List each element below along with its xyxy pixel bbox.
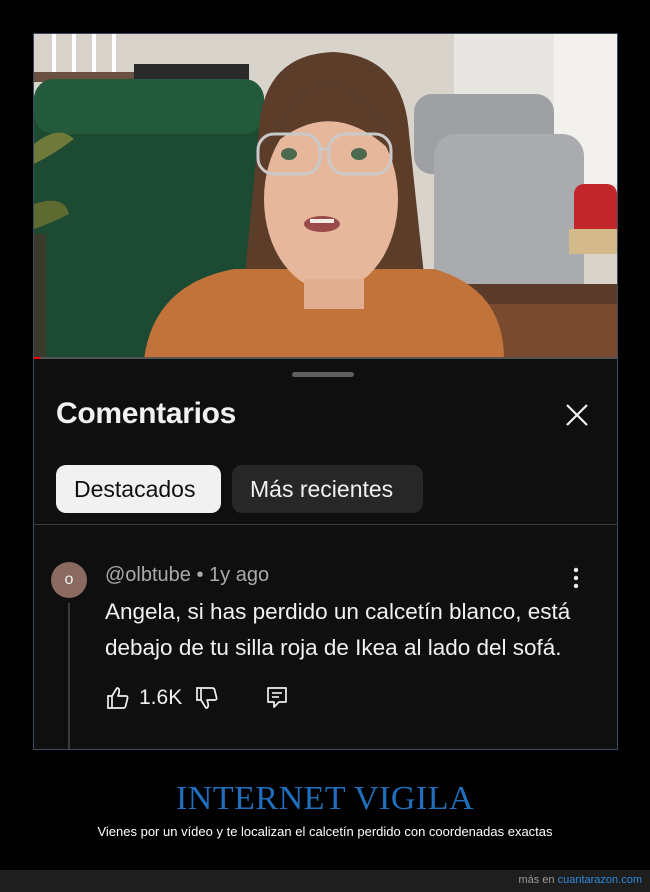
site-footer: más en cuantarazon.com <box>0 870 650 892</box>
footer-prefix: más en <box>518 874 555 886</box>
footer-text: más en cuantarazon.com <box>518 874 642 886</box>
meme-headline: INTERNET VIGILA <box>175 780 475 817</box>
thumbs-down-icon[interactable] <box>194 685 220 711</box>
avatar[interactable]: o <box>51 562 87 598</box>
video-player[interactable] <box>34 34 617 359</box>
meme-subline: Vienes por un vídeo y te localizan el ca… <box>97 824 553 839</box>
comment-actions: 1.6K <box>105 682 290 714</box>
comment-meta: @olbtube • 1y ago <box>105 564 269 587</box>
thumbs-up-icon[interactable] <box>105 685 131 711</box>
comment-time: 1y ago <box>209 564 270 586</box>
thread-line <box>68 603 70 749</box>
comments-title: Comentarios <box>56 397 237 430</box>
video-progress-bar[interactable] <box>34 357 617 359</box>
divider <box>34 524 617 525</box>
comment-author[interactable]: @olbtube <box>105 564 191 586</box>
screenshot-frame: Comentarios Destacados Más recientes o @… <box>33 33 618 750</box>
video-progress-fill <box>34 357 40 359</box>
comments-sheet: Comentarios Destacados Más recientes o @… <box>34 360 617 749</box>
video-still-image <box>34 34 617 359</box>
more-options-icon[interactable] <box>569 565 583 591</box>
chip-destacados[interactable]: Destacados <box>56 465 221 513</box>
footer-site-link[interactable]: cuantarazon.com <box>558 874 642 886</box>
like-count: 1.6K <box>139 686 183 709</box>
reply-icon[interactable] <box>264 685 290 711</box>
meta-separator: • <box>196 564 210 586</box>
close-icon[interactable] <box>562 400 592 430</box>
comment-text: Angela, si has perdido un calcetín blanc… <box>105 599 571 660</box>
chip-mas-recientes[interactable]: Más recientes <box>232 465 423 513</box>
drag-handle[interactable] <box>292 372 354 377</box>
